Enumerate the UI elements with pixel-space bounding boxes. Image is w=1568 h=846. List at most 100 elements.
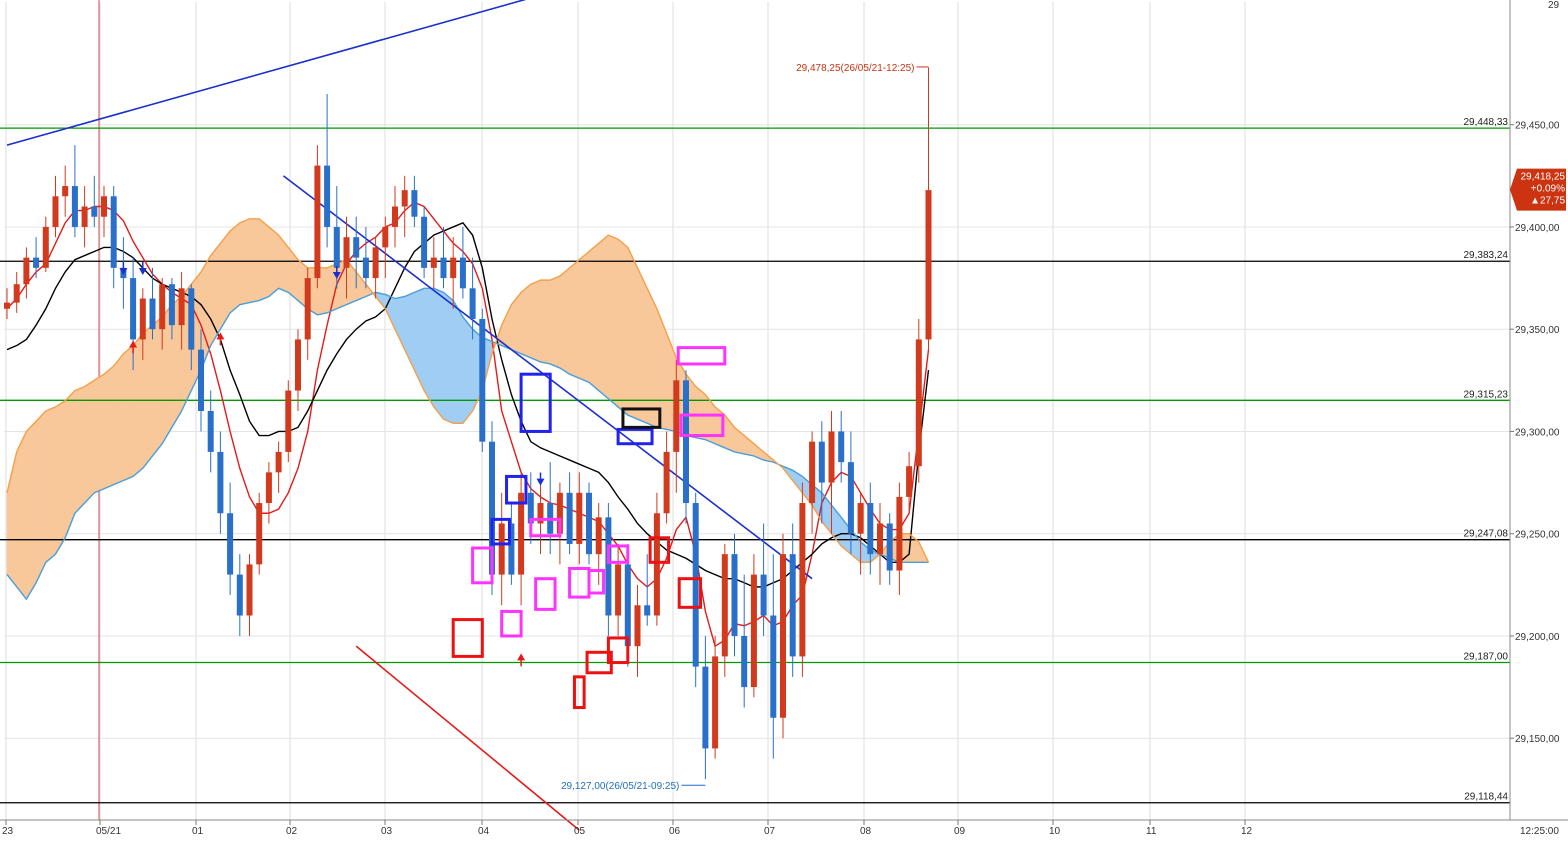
- x-tick-label: 08: [860, 826, 872, 837]
- candle-body: [479, 318, 486, 442]
- x-tick-label: 11: [1146, 826, 1157, 837]
- candle-body: [644, 605, 651, 616]
- cloud-segment: [26, 420, 37, 601]
- candle-body: [896, 496, 903, 571]
- low-price-annotation: 29,127,00(26/05/21-09:25): [561, 781, 679, 792]
- candle-body: [595, 517, 602, 555]
- cloud-segment: [229, 222, 241, 314]
- cloud-segment: [74, 386, 85, 515]
- cloud-segment: [530, 279, 541, 363]
- candle-body: [285, 390, 292, 452]
- candle-body: [915, 339, 922, 467]
- x-tick-label: 12: [1241, 826, 1253, 837]
- cloud-segment: [45, 406, 56, 563]
- candle-body: [178, 288, 185, 326]
- candle-body: [91, 206, 98, 217]
- candle-body: [324, 165, 331, 227]
- current-price-change-pct: +0.09%: [1531, 184, 1565, 195]
- candle-body: [770, 615, 777, 718]
- candle-body: [198, 349, 204, 411]
- cloud-segment: [123, 344, 134, 481]
- cloud-segment: [103, 365, 114, 490]
- cloud-segment: [559, 267, 570, 375]
- price-level-label: 29,383,24: [1464, 250, 1509, 261]
- cloud-segment: [452, 299, 464, 424]
- candle-body: [33, 257, 40, 268]
- cloud-segment: [695, 385, 706, 440]
- candle-body: [430, 257, 437, 268]
- x-tick-label: 04: [478, 826, 490, 837]
- candle-body: [101, 196, 107, 217]
- candle-body: [159, 284, 166, 330]
- cloud-segment: [617, 238, 629, 416]
- candle-body: [789, 554, 796, 657]
- candle-body: [576, 492, 583, 544]
- cloud-segment: [55, 400, 66, 556]
- cloud-segment: [443, 291, 454, 424]
- x-tick-label: 02: [286, 826, 298, 837]
- candle-body: [605, 517, 612, 616]
- y-tick-label: 29,450,00: [1515, 121, 1560, 132]
- candle-body: [227, 513, 234, 575]
- candle-body: [217, 451, 224, 514]
- y-tick-label: 29,350,00: [1515, 325, 1560, 336]
- candle-body: [52, 196, 59, 227]
- candle-body: [518, 492, 525, 575]
- y-tick-label: 29,250,00: [1515, 530, 1560, 541]
- cloud-segment: [433, 287, 444, 421]
- candle-body: [81, 206, 88, 227]
- price-chart[interactable]: 29,448,33 29,383,24 29,315,23 29,247,08 29,1…: [0, 0, 1568, 841]
- price-level-label: 29,315,23: [1464, 389, 1509, 400]
- candle-body: [692, 503, 699, 667]
- x-tick-label: 05/21: [96, 826, 121, 837]
- candle-body: [721, 554, 728, 657]
- x-axis-end-time: 12:25:00: [1520, 826, 1559, 837]
- candle-body: [653, 513, 660, 616]
- candle-body: [702, 666, 709, 749]
- candle-body: [663, 451, 670, 514]
- cloud-segment: [152, 316, 163, 457]
- current-price-badge: 29,418,25+0.09%▲27,75: [1510, 168, 1566, 211]
- candle-body: [343, 237, 350, 268]
- candle-body: [886, 523, 893, 571]
- cloud-segment: [569, 259, 580, 379]
- candle-body: [857, 503, 864, 534]
- candle-body: [295, 339, 301, 391]
- cloud-segment: [540, 279, 551, 365]
- price-level-label: 29,247,08: [1464, 529, 1509, 540]
- candle-body: [362, 257, 369, 279]
- cloud-segment: [84, 379, 95, 504]
- candle-body: [586, 492, 592, 555]
- candle-body: [634, 605, 641, 647]
- candle-body: [760, 574, 767, 616]
- candle-body: [411, 190, 418, 217]
- candle-body: [314, 165, 321, 279]
- candle-body: [62, 186, 69, 197]
- y-tick-label: 29,400,00: [1515, 223, 1560, 234]
- cloud-segment: [627, 247, 638, 420]
- candle-body: [139, 298, 146, 340]
- candle-body: [838, 431, 845, 463]
- x-tick-label: 06: [669, 826, 681, 837]
- x-tick-label: 01: [192, 826, 204, 837]
- cloud-segment: [520, 283, 532, 359]
- candle-body: [110, 196, 117, 268]
- candle-body: [392, 206, 398, 227]
- candle-body: [450, 257, 457, 279]
- candle-body: [683, 380, 689, 504]
- candle-body: [780, 554, 786, 718]
- cloud-segment: [113, 352, 124, 486]
- y-axis-top-label: 29: [1548, 0, 1560, 11]
- candle-body: [168, 284, 175, 326]
- cloud-segment: [598, 234, 609, 400]
- chart-canvas[interactable]: 29,448,33 29,383,24 29,315,23 29,247,08 29,1…: [0, 0, 1568, 841]
- candle-body: [498, 523, 505, 575]
- candle-body: [750, 574, 757, 688]
- candle-body: [382, 226, 389, 248]
- candle-body: [906, 466, 913, 497]
- cloud-segment: [578, 250, 590, 383]
- candle-body: [818, 441, 825, 483]
- cloud-segment: [142, 324, 153, 470]
- candle-body: [149, 298, 156, 330]
- candle-body: [71, 186, 78, 227]
